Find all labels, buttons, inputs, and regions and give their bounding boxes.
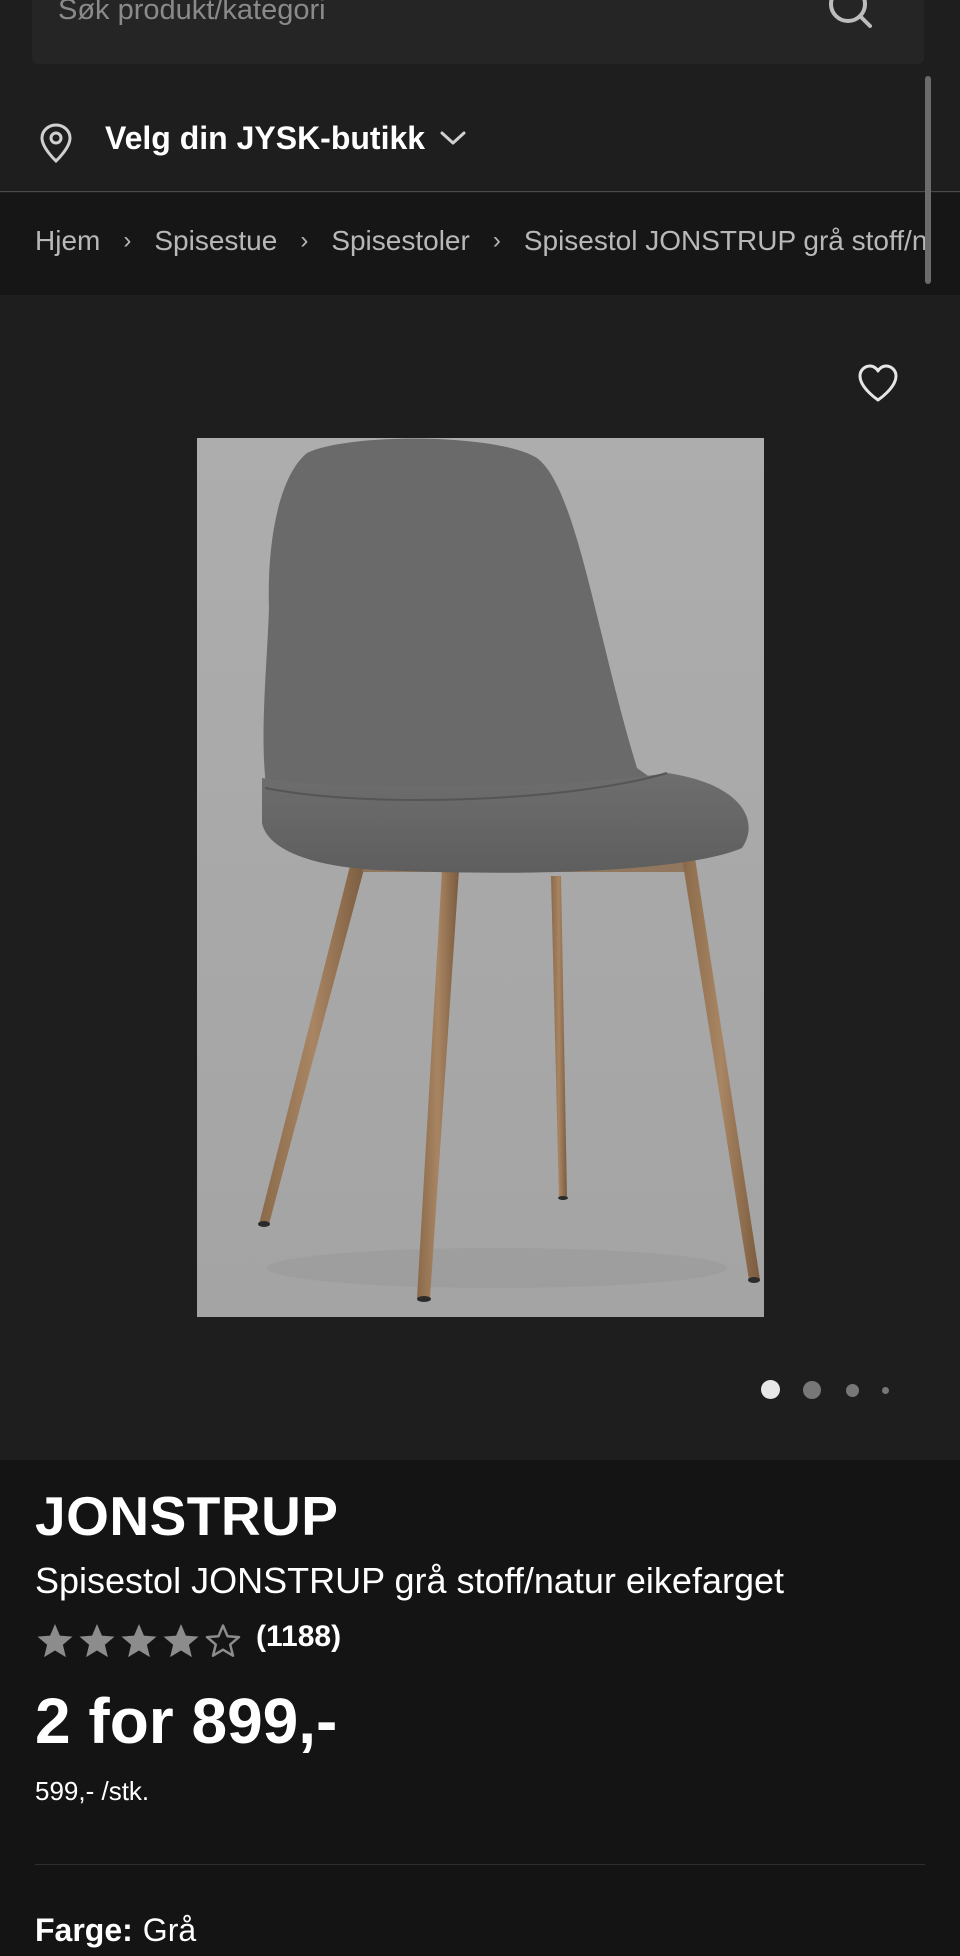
color-value: Grå	[142, 1912, 197, 1948]
chevron-down-icon	[440, 131, 466, 145]
breadcrumb-item-current: Spisestol JONSTRUP grå stoff/n	[523, 225, 928, 256]
location-pin-icon	[40, 123, 72, 164]
star-filled-icon	[37, 1624, 73, 1658]
gallery-dot-4[interactable]	[882, 1387, 889, 1394]
breadcrumb-item-dining-room[interactable]: Spisestue	[154, 225, 277, 257]
unit-price: 599,- /stk.	[35, 1776, 150, 1806]
breadcrumb-separator-icon: ›	[123, 227, 132, 254]
scrollbar[interactable]	[925, 76, 931, 284]
search-icon[interactable]	[826, 0, 874, 34]
gallery-dot-1[interactable]	[761, 1380, 780, 1399]
rating-stars[interactable]	[36, 1622, 246, 1660]
breadcrumb-separator-icon: ›	[492, 227, 501, 254]
star-empty-icon	[205, 1624, 241, 1657]
color-selector: Farge: Grå	[35, 1912, 196, 1949]
product-image[interactable]	[197, 438, 764, 1317]
product-gallery	[0, 295, 960, 1460]
review-count[interactable]: (1188)	[256, 1620, 341, 1654]
product-page: Søk produkt/kategori Velg din JYSK-butik…	[0, 0, 960, 1956]
divider	[35, 1864, 925, 1865]
product-info: JONSTRUP Spisestol JONSTRUP grå stoff/na…	[0, 1460, 960, 1956]
gallery-dot-3[interactable]	[846, 1384, 859, 1397]
store-selector[interactable]: Velg din JYSK-butikk	[0, 66, 960, 192]
breadcrumb: Hjem › Spisestue › Spisestoler › Spisest…	[0, 193, 960, 295]
breadcrumb-item-dining-chairs[interactable]: Spisestoler	[331, 225, 470, 257]
search-bar: Søk produkt/kategori	[0, 0, 960, 66]
color-label: Farge:	[35, 1912, 133, 1948]
search-placeholder: Søk produkt/kategori	[58, 0, 326, 26]
product-brand: JONSTRUP	[35, 1485, 339, 1547]
star-filled-icon	[79, 1624, 115, 1658]
breadcrumb-separator-icon: ›	[300, 227, 309, 254]
store-selector-label: Velg din JYSK-butikk	[105, 120, 426, 156]
heart-icon[interactable]	[856, 363, 900, 403]
star-filled-icon	[163, 1624, 199, 1658]
product-title: Spisestol JONSTRUP grå stoff/natur eikef…	[35, 1560, 785, 1601]
breadcrumb-item-home[interactable]: Hjem	[35, 225, 100, 257]
gallery-dot-2[interactable]	[803, 1381, 821, 1399]
price: 2 for 899,-	[35, 1685, 338, 1757]
chair-image	[197, 438, 764, 1317]
star-filled-icon	[121, 1624, 157, 1658]
